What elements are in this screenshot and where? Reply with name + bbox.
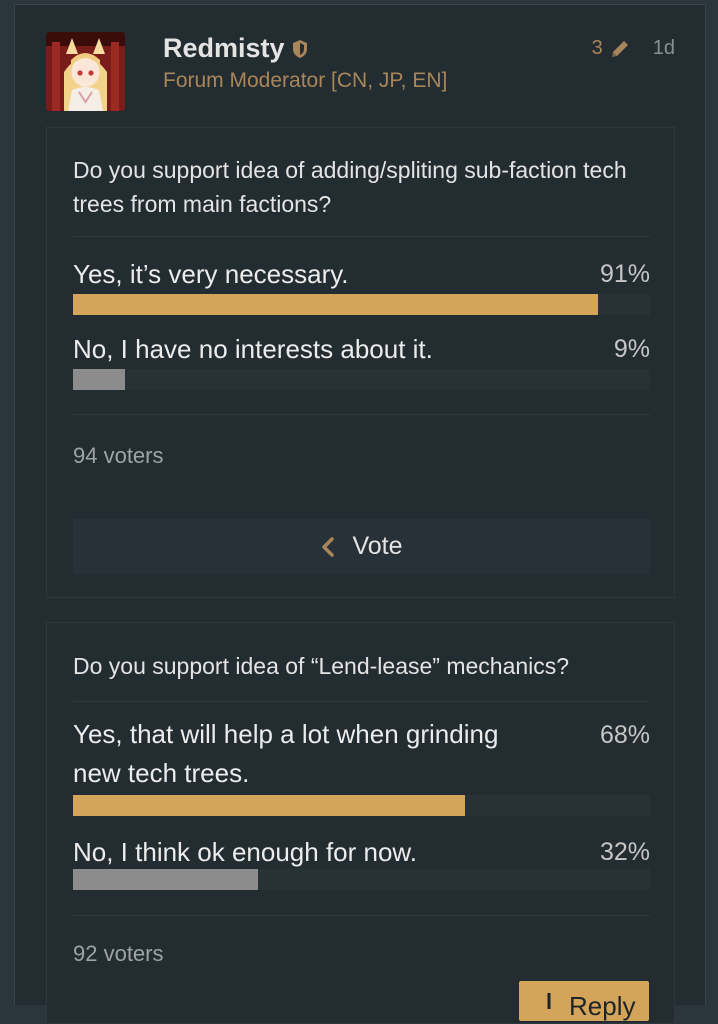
poll-option-label[interactable]: Yes, it’s very necessary. (73, 255, 553, 294)
moderator-shield-icon (292, 39, 307, 58)
forum-post: Redmisty Forum Moderator [CN, JP, EN] 3 … (14, 4, 706, 1024)
avatar[interactable] (46, 32, 125, 111)
poll-option-label[interactable]: No, I think ok enough for now. (73, 833, 553, 872)
poll-option-percent: 68% (599, 721, 650, 749)
poll-option-label[interactable]: Yes, that will help a lot when grinding … (73, 715, 553, 793)
poll-bar (73, 294, 650, 315)
divider (73, 236, 650, 237)
reply-arrow-icon (547, 993, 551, 1009)
chevron-left-icon (322, 536, 335, 557)
poll-bar (73, 795, 650, 816)
voter-count: 94 voters (73, 443, 164, 468)
poll-bar-fill (73, 869, 258, 890)
divider (73, 414, 650, 415)
vote-button[interactable]: Vote (73, 519, 650, 574)
reply-button-label: Reply (569, 991, 636, 1021)
reply-button[interactable]: Reply (519, 981, 649, 1021)
post-meta: 3 1d (592, 37, 675, 60)
poll: Do you support idea of adding/spliting s… (46, 127, 675, 598)
divider (73, 701, 650, 702)
poll-option-percent: 32% (599, 838, 650, 866)
poll-question: Do you support idea of adding/spliting s… (73, 157, 627, 217)
poll-bar (73, 869, 650, 890)
poll-bar-fill (73, 294, 599, 315)
edit-history[interactable]: 3 (592, 37, 631, 60)
poll-bar-fill (73, 369, 125, 390)
poll-bar-fill (73, 795, 466, 816)
poll: Do you support idea of “Lend-lease” mech… (46, 622, 675, 1024)
vote-button-label: Vote (352, 532, 403, 560)
post-date[interactable]: 1d (653, 37, 675, 60)
username-row: Redmisty (163, 33, 309, 64)
edit-count: 3 (591, 37, 603, 59)
poll-option-label[interactable]: No, I have no interests about it. (73, 330, 553, 369)
username[interactable]: Redmisty (163, 33, 285, 64)
poll-question: Do you support idea of “Lend-lease” mech… (73, 653, 570, 679)
pencil-icon (611, 40, 628, 57)
divider (73, 915, 650, 916)
poll-bar (73, 369, 650, 390)
poll-option-percent: 91% (599, 260, 650, 288)
user-title: Forum Moderator [CN, JP, EN] (163, 69, 448, 92)
poll-option-percent: 9% (613, 335, 650, 363)
voter-count: 92 voters (73, 941, 164, 966)
